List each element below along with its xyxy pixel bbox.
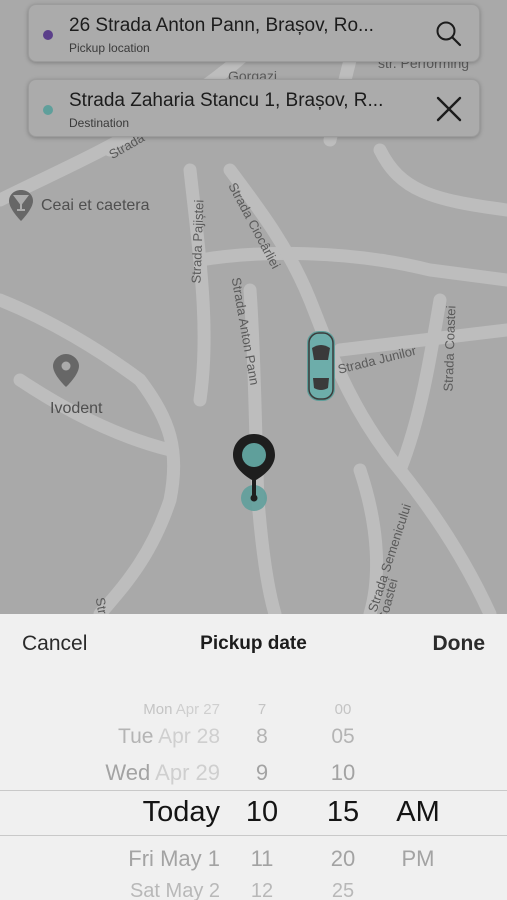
destination-card[interactable]: Strada Zaharia Stancu 1, Brașov, R... De… [28, 79, 480, 137]
pickup-label: Pickup location [69, 41, 150, 55]
picker-day-option[interactable]: Sat May 2 [130, 880, 220, 900]
destination-address[interactable]: Strada Zaharia Stancu 1, Brașov, R... [69, 90, 383, 112]
cafe-pin-icon[interactable] [9, 190, 33, 222]
destination-label: Destination [69, 116, 130, 130]
pickup-marker-icon[interactable] [231, 432, 277, 512]
picker-day-option[interactable]: Wed Apr 29 [105, 760, 220, 786]
search-icon[interactable] [433, 18, 465, 50]
date-picker-sheet: Cancel Pickup date Done Mon Apr 27 Tue A… [0, 614, 507, 900]
location-pin-icon[interactable] [53, 354, 79, 388]
street-label: Strada Coastei [440, 305, 459, 392]
date-time-picker[interactable]: Mon Apr 27 Tue Apr 28 Wed Apr 29 Today F… [0, 684, 507, 900]
pickup-dot [43, 30, 53, 40]
poi-label: Ceai et caetera [41, 197, 150, 214]
picker-title: Pickup date [200, 633, 307, 654]
car-icon [306, 330, 336, 402]
picker-day-option[interactable]: Tue Apr 28 [118, 725, 220, 749]
pickup-address[interactable]: 26 Strada Anton Pann, Brașov, Ro... [69, 15, 374, 37]
done-button[interactable]: Done [433, 632, 486, 656]
pickup-location-card[interactable]: 26 Strada Anton Pann, Brașov, Ro... Pick… [28, 4, 480, 62]
poi-label: Ivodent [50, 400, 103, 417]
picker-day-selected[interactable]: Today [143, 796, 220, 829]
picker-toolbar: Cancel Pickup date Done [0, 614, 507, 674]
destination-dot [43, 105, 53, 115]
map-view[interactable]: Strada Pajiștei Strada Ciocârliei Strada… [0, 0, 507, 614]
street-label: Strada Pajiștei [188, 199, 207, 284]
close-icon[interactable] [433, 93, 465, 125]
picker-day-option[interactable]: Fri May 1 [128, 846, 220, 872]
picker-day-option[interactable]: Mon Apr 27 [143, 701, 220, 718]
